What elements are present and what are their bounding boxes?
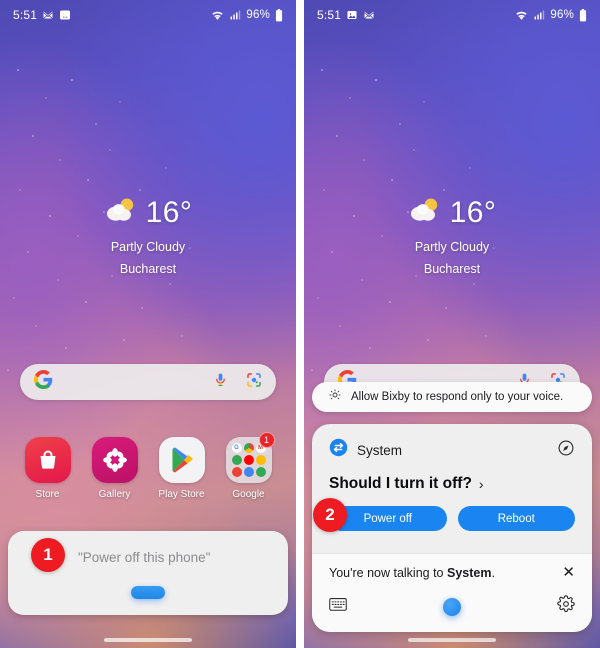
explore-compass-icon[interactable] — [557, 439, 575, 462]
mini-play-icon — [255, 467, 266, 477]
bixby-tip-banner[interactable]: Allow Bixby to respond only to your voic… — [312, 382, 592, 412]
mini-google-icon: G — [231, 443, 242, 453]
talking-suffix: . — [491, 565, 495, 580]
app-dock: Store Gallery Play Store G M 1 Google — [0, 432, 296, 509]
navigation-bar — [304, 632, 600, 648]
google-g-logo — [34, 370, 53, 394]
close-x-icon[interactable]: ✕ — [562, 565, 575, 580]
mini-drive-icon — [255, 455, 266, 465]
status-time: 5:51 — [317, 8, 342, 22]
dock-app-label: Play Store — [158, 489, 205, 500]
bixby-listening-pill[interactable] — [131, 586, 165, 599]
navigation-bar — [0, 632, 296, 648]
system-app-name: System — [357, 442, 403, 458]
panel-divider — [296, 0, 300, 648]
system-identity: System — [329, 438, 402, 462]
battery-icon — [275, 8, 283, 22]
mini-maps-icon — [231, 455, 242, 465]
bixby-action-buttons: Power off Reboot — [329, 506, 575, 545]
dock-app-label: Google — [232, 489, 265, 500]
reboot-button[interactable]: Reboot — [457, 506, 575, 531]
mini-photos-icon — [231, 467, 242, 477]
microphone-icon[interactable] — [213, 372, 228, 392]
bixby-sheet-footer: You're now talking to System. ✕ — [312, 553, 592, 632]
status-bar-right: 96% — [515, 8, 587, 22]
dock-app-google-folder[interactable]: G M 1 Google — [221, 432, 277, 500]
signal-icon — [533, 9, 545, 21]
weather-widget[interactable]: 16° Partly Cloudy Bucharest — [304, 196, 600, 276]
screenshot-stage: 5:51 96% 16° Partly Cloudy Bucharest Sto… — [0, 0, 600, 648]
google-search-bar[interactable] — [20, 364, 276, 400]
messages-icon — [42, 9, 54, 21]
partly-cloudy-icon — [104, 196, 138, 229]
weather-temperature: 16° — [145, 195, 193, 229]
dock-app-play-store[interactable]: Play Store — [154, 437, 210, 500]
home-gesture-pill[interactable] — [104, 638, 192, 642]
weather-city: Bucharest — [423, 262, 481, 276]
bixby-prompt-text: "Power off this phone" — [78, 550, 211, 565]
bixby-question-row[interactable]: Should I turn it off? › — [329, 475, 575, 493]
bixby-question-text: Should I turn it off? — [329, 475, 472, 492]
status-bar-left: 5:51 — [317, 8, 375, 22]
phone-screen-left: 5:51 96% 16° Partly Cloudy Bucharest Sto… — [0, 0, 296, 648]
status-bar-left: 5:51 — [13, 8, 71, 22]
weather-condition: Partly Cloudy — [414, 240, 490, 254]
mini-youtube-icon — [243, 455, 254, 465]
status-bar: 5:51 96% — [304, 0, 600, 30]
search-actions — [213, 372, 262, 393]
gear-icon[interactable] — [557, 595, 575, 618]
battery-icon — [579, 8, 587, 22]
google-lens-icon[interactable] — [246, 372, 262, 393]
play-store-icon — [158, 437, 205, 483]
chevron-right-icon: › — [478, 476, 484, 492]
gallery-notification-icon — [346, 9, 358, 21]
messages-icon — [363, 9, 375, 21]
system-sync-icon — [329, 438, 348, 462]
weather-condition: Partly Cloudy — [110, 240, 186, 254]
battery-percent: 96% — [246, 9, 270, 21]
phone-screen-right: 5:51 96% 16° Partly Cloudy Bucharest All… — [304, 0, 600, 648]
partly-cloudy-icon — [408, 196, 442, 229]
wifi-icon — [211, 9, 224, 22]
annotation-badge-2: 2 — [313, 498, 347, 532]
talking-status-text: You're now talking to System. — [329, 566, 495, 580]
folder-notification-badge: 1 — [258, 432, 275, 448]
bixby-result-sheet: System Should I turn it off? › Power off — [312, 424, 592, 632]
weather-main-row: 16° — [304, 196, 600, 229]
dock-app-label: Store — [35, 489, 60, 500]
google-folder-icon: G M 1 — [225, 432, 275, 483]
battery-percent: 96% — [550, 9, 574, 21]
weather-city: Bucharest — [119, 262, 177, 276]
bixby-sheet-top: System Should I turn it off? › Power off — [312, 424, 592, 545]
dock-app-label: Gallery — [98, 489, 131, 500]
talking-status-row: You're now talking to System. ✕ — [329, 565, 575, 580]
gallery-flower-icon — [91, 437, 138, 483]
lightbulb-tip-icon — [328, 388, 342, 407]
mini-chrome-icon — [243, 443, 254, 453]
weather-temperature: 16° — [449, 195, 497, 229]
status-time: 5:51 — [13, 8, 38, 22]
weather-widget[interactable]: 16° Partly Cloudy Bucharest — [0, 196, 296, 276]
status-bar: 5:51 96% — [0, 0, 296, 30]
bixby-mic-dot[interactable] — [443, 597, 461, 616]
dock-app-gallery[interactable]: Gallery — [87, 437, 143, 500]
talking-target: System — [446, 565, 492, 580]
talking-prefix: You're now talking to — [329, 565, 447, 580]
gallery-notification-icon — [59, 9, 71, 21]
dock-app-store[interactable]: Store — [20, 437, 76, 500]
mini-docs-icon — [243, 467, 254, 477]
signal-icon — [229, 9, 241, 21]
annotation-badge-1: 1 — [31, 538, 65, 572]
weather-main-row: 16° — [0, 196, 296, 229]
keyboard-icon[interactable] — [329, 597, 347, 617]
galaxy-store-icon — [24, 437, 71, 483]
system-header-row: System — [329, 438, 575, 462]
status-bar-right: 96% — [211, 8, 283, 22]
bixby-controls-row — [329, 595, 575, 618]
wifi-icon — [515, 9, 528, 22]
bixby-tip-text: Allow Bixby to respond only to your voic… — [351, 391, 564, 403]
home-gesture-pill[interactable] — [408, 638, 496, 642]
